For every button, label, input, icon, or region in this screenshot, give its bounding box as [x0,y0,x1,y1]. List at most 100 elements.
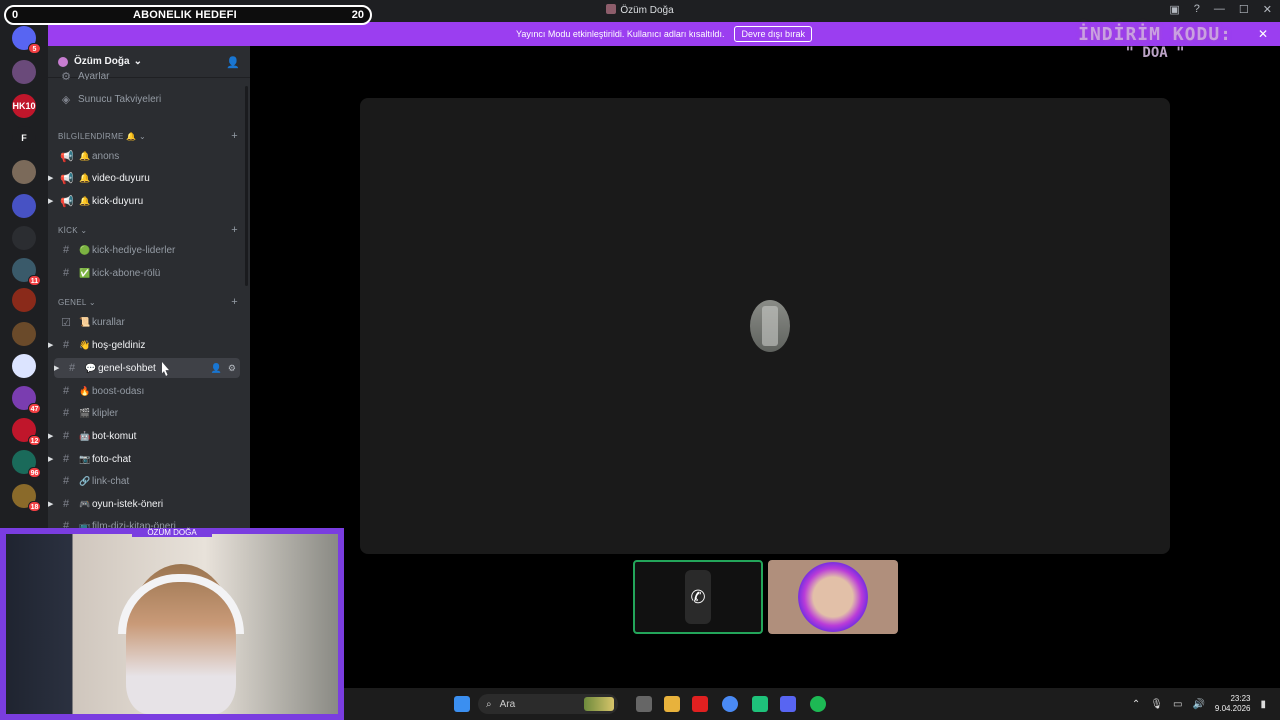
server-icon[interactable] [12,288,36,312]
category-notify-label: BİLGİLENDİRME 🔔 [58,132,137,141]
participant-tile-call[interactable]: ✆ [633,560,763,634]
thread-arrow-icon[interactable]: ▶ [48,174,53,182]
kick-app-icon[interactable] [752,696,768,712]
channel-emoji: 🎮 [79,498,91,509]
channel-emoji: 📷 [79,453,91,464]
channel-emoji: 🎬 [79,407,91,418]
settings-icon: ⚙ [61,72,71,80]
task-view-icon[interactable] [636,696,652,712]
minimize-icon[interactable]: — [1214,3,1225,16]
channel-item-oyun-istek-öneri[interactable]: ▶ # 🎮 oyun-istek-öneri [48,494,238,514]
server-icon[interactable]: 47 [12,386,41,414]
banner-close-icon[interactable]: ✕ [1258,27,1268,41]
clock-time: 23:23 [1230,694,1251,703]
webcam-feed [6,534,338,714]
server-icon[interactable] [12,354,36,378]
channel-item-hoş-geldiniz[interactable]: ▶ # 👋 hoş-geldiniz [48,335,238,355]
rules-icon: ☑ [61,316,71,329]
hashtag-icon: # [62,520,70,528]
add-channel-icon[interactable]: + [231,130,238,142]
youtube-icon[interactable] [692,696,708,712]
notification-icon[interactable]: ▮ [1260,699,1266,710]
channel-sidebar: Özüm Doğa ⌄ 👤 ⚙ Ayarlar ◈ Sunucu Takviye… [48,46,250,528]
close-icon[interactable]: ✕ [1263,3,1272,16]
channel-item-kick-abone-rölü[interactable]: # ✅ kick-abone-rölü [48,263,238,283]
invite-icon[interactable]: 👤 [211,363,222,374]
server-icon[interactable] [12,322,36,346]
channel-item-video-duyuru[interactable]: ▶ 📢 🔔 video-duyuru [48,168,238,188]
mention-badge: 12 [28,435,41,446]
disable-streamer-mode-button[interactable]: Devre dışı bırak [734,26,812,42]
start-icon[interactable] [454,696,470,712]
thread-arrow-icon[interactable]: ▶ [48,341,53,349]
discord-home-icon[interactable]: 5 [12,26,41,54]
channel-name: foto-chat [92,453,131,465]
maximize-icon[interactable]: ☐ [1239,3,1249,16]
hashtag-icon: # [62,407,70,419]
goal-target: 20 [351,9,364,21]
main-video-tile[interactable] [360,98,1170,554]
server-icon[interactable]: 18 [12,484,41,512]
channel-item-link-chat[interactable]: # 🔗 link-chat [48,471,238,491]
clock[interactable]: 23:23 9.04.2026 [1215,694,1251,714]
server-icon[interactable] [12,226,36,250]
thread-arrow-icon[interactable]: ▶ [54,364,59,372]
inbox-icon[interactable]: ▣ [1169,3,1179,16]
channel-item-genel-sohbet[interactable]: ▶ # 💬 genel-sohbet 👤 ⚙ [54,358,240,378]
chevron-up-icon[interactable]: ⌃ [1132,699,1140,710]
participant-tile-user[interactable] [768,560,898,634]
clock-date: 9.04.2026 [1214,704,1251,713]
server-icon[interactable]: 12 [12,418,41,446]
channel-name: bot-komut [92,430,137,442]
invite-people-icon[interactable]: 👤 [226,56,240,69]
channel-item-klipler[interactable]: # 🎬 klipler [48,403,238,423]
window-controls: ▣ ? — ☐ ✕ [1169,3,1272,16]
hashtag-icon: # [62,339,70,351]
gear-icon[interactable]: ⚙ [228,363,236,374]
server-icon[interactable] [12,160,36,184]
server-icon[interactable] [12,194,36,218]
search-label: Ara [499,698,516,710]
thread-arrow-icon[interactable]: ▶ [48,197,53,205]
help-icon[interactable]: ? [1194,3,1200,16]
channel-item-boost-odası[interactable]: # 🔥 boost-odası [48,381,238,401]
volume-icon[interactable]: 🔊 [1192,699,1204,710]
channel-item-kick-duyuru[interactable]: ▶ 📢 🔔 kick-duyuru [48,191,238,211]
settings-item-partial[interactable]: ⚙ Ayarlar [48,72,238,80]
thread-arrow-icon[interactable]: ▶ [48,455,53,463]
file-explorer-icon[interactable] [664,696,680,712]
server-icon[interactable]: 96 [12,450,41,478]
channel-item-bot-komut[interactable]: ▶ # 🤖 bot-komut [48,426,238,446]
chrome-icon[interactable] [722,696,738,712]
server-boosts-item[interactable]: ◈ Sunucu Takviyeleri [48,89,238,109]
taskbar-search[interactable]: ⌕ Ara [478,694,618,714]
server-icon[interactable]: HK10 [12,94,36,118]
category-kick[interactable]: KİCK ⌄ + [58,224,238,240]
channel-emoji: 🔔 [79,150,91,161]
mention-badge: 5 [28,43,41,54]
category-notify[interactable]: BİLGİLENDİRME 🔔 ⌄ + [58,130,238,146]
goal-current: 0 [12,9,19,21]
category-general[interactable]: GENEL ⌄ + [58,296,238,312]
server-label: HK10 [12,101,36,111]
channel-item-film-dizi-kitap-öneri[interactable]: # 📺 film-dizi-kitap-öneri [48,516,238,528]
channel-item-foto-chat[interactable]: ▶ # 📷 foto-chat [48,449,238,469]
channel-item-kurallar[interactable]: ☑ 📜 kurallar [48,312,238,332]
hashtag-icon: # [68,362,76,374]
server-icon[interactable]: 11 [12,258,41,286]
thread-arrow-icon[interactable]: ▶ [48,432,53,440]
channel-item-anons[interactable]: 📢 🔔 anons [48,146,238,166]
sidebar-scrollbar[interactable] [245,86,248,286]
network-icon[interactable]: ▭ [1173,699,1182,710]
discord-app-icon[interactable] [780,696,796,712]
server-icon[interactable]: F [12,126,36,150]
mention-badge: 96 [28,467,41,478]
thread-arrow-icon[interactable]: ▶ [48,500,53,508]
microphone-icon[interactable]: 🎙 [1150,699,1163,710]
spotify-icon[interactable] [810,696,826,712]
channel-item-kick-hediye-liderler[interactable]: # 🟢 kick-hediye-liderler [48,240,238,260]
add-channel-icon[interactable]: + [231,296,238,308]
server-icon[interactable] [12,60,36,84]
add-channel-icon[interactable]: + [231,224,238,236]
announcement-icon: 📢 [60,172,74,185]
